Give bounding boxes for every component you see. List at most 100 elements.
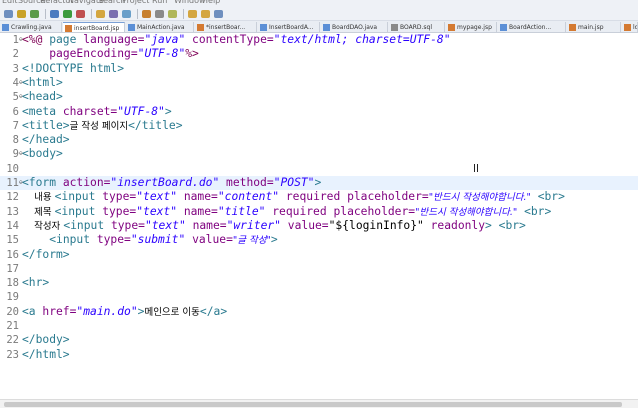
menu-item-project[interactable]: Project <box>122 0 149 5</box>
line-number: 3 <box>12 62 19 75</box>
scrollbar-thumb[interactable] <box>4 402 622 407</box>
editor-tab[interactable]: mypage.jsp <box>446 22 497 32</box>
file-type-icon <box>448 24 455 31</box>
code-token: "insertBoard.do" <box>110 176 220 189</box>
code-text: </body> <box>22 333 70 347</box>
code-line[interactable]: 15 <input type="submit" value="글 작성"> <box>0 233 638 247</box>
code-token: 내용 <box>22 192 55 204</box>
menu-item-edit[interactable]: Edit <box>2 0 18 5</box>
code-token: "반드시 작성해야합니다." <box>415 206 518 218</box>
forward-icon[interactable] <box>201 10 210 18</box>
code-line[interactable]: 17 <box>0 262 638 276</box>
toolbar-icon[interactable] <box>122 10 131 18</box>
code-token: value= <box>281 218 329 232</box>
code-editor[interactable]: 1 ⊖ <%@ page language="java" contentType="… <box>0 33 638 399</box>
code-token: 제목 <box>22 206 55 218</box>
horizontal-scrollbar[interactable] <box>0 399 638 408</box>
code-line[interactable]: 4 ⊖ <html> <box>0 76 638 90</box>
code-token: required placeholder= <box>279 190 429 204</box>
code-line[interactable]: 22 </body> <box>0 333 638 347</box>
code-token: "글 작성" <box>232 235 271 247</box>
editor-tab[interactable]: InsertBoardA... <box>258 22 320 32</box>
code-line[interactable]: 5 ⊖ <head> <box>0 90 638 104</box>
code-token: > <box>270 233 278 247</box>
toolbar-icon[interactable] <box>76 10 85 18</box>
code-token: "text" <box>136 204 178 218</box>
code-line[interactable]: 7 <title>글 작성 페이지</title> <box>0 119 638 133</box>
file-type-icon <box>500 24 507 31</box>
editor-tab[interactable]: insertBoard.jsp <box>63 22 125 32</box>
toolbar-icon[interactable] <box>30 10 39 18</box>
toolbar-icon[interactable] <box>4 10 13 18</box>
code-line[interactable]: 9 ⊖ <body> <box>0 147 638 161</box>
code-line[interactable]: 18 <hr> <box>0 276 638 290</box>
code-line[interactable]: 23 </html> <box>0 348 638 362</box>
code-token: readonly <box>423 218 486 232</box>
code-token: </title> <box>128 118 183 132</box>
line-number: 6 <box>12 105 19 118</box>
code-line[interactable]: 19 <box>0 290 638 304</box>
code-text: <%@ page language="java" contentType="te… <box>22 33 451 47</box>
code-token: <input <box>54 204 103 218</box>
code-line[interactable]: 6 <meta charset="UTF-8"> <box>0 105 638 119</box>
debug-icon[interactable] <box>50 10 59 18</box>
code-token: <!DOCTYPE html> <box>22 61 125 75</box>
editor-tab[interactable]: Crawling.java <box>0 22 62 32</box>
line-number: 20 <box>6 305 19 318</box>
menu-item-window[interactable]: Window <box>174 0 206 5</box>
file-type-icon <box>624 24 631 31</box>
line-number: 18 <box>6 277 19 290</box>
search-icon[interactable] <box>142 10 151 18</box>
code-line[interactable]: 14 작성자 <input type="text" name="writer" … <box>0 219 638 233</box>
editor-tab[interactable]: BOARD.sql <box>389 22 445 32</box>
code-text: <html> <box>22 76 63 90</box>
editor-tab[interactable]: *insertBoar... <box>195 22 257 32</box>
open-type-icon[interactable] <box>109 10 118 18</box>
code-text: pageEncoding="UTF-8"%> <box>22 47 199 61</box>
menu-bar: Edit Source Refactor Navigate Search Project R… <box>0 0 638 7</box>
toolbar-icon[interactable] <box>214 10 223 18</box>
code-line[interactable]: 16 </form> <box>0 248 638 262</box>
line-number: 19 <box>6 291 19 304</box>
code-line[interactable]: 12 내용 <input type="text" name="content" … <box>0 190 638 204</box>
code-line[interactable]: 1 ⊖ <%@ page language="java" contentType="… <box>0 33 638 47</box>
code-line[interactable]: 2 pageEncoding="UTF-8"%> <box>0 47 638 61</box>
code-text: <meta charset="UTF-8"> <box>22 105 172 119</box>
code-token: language= <box>83 33 145 46</box>
code-token: "text/html; charset=UTF-8" <box>273 33 451 46</box>
editor-tab[interactable]: logi <box>622 22 638 32</box>
code-token: </form> <box>22 247 70 261</box>
run-icon[interactable] <box>63 10 72 18</box>
line-number: 5 <box>12 91 19 104</box>
code-token: %> <box>185 47 199 61</box>
line-number: 2 <box>12 48 19 61</box>
editor-tab[interactable]: BoardDAO.java <box>321 22 388 32</box>
menu-item-run[interactable]: Run <box>152 0 167 5</box>
editor-tab[interactable]: MainAction.java <box>126 22 194 32</box>
code-line[interactable]: 10 <box>0 162 638 176</box>
toolbar-icon[interactable] <box>168 10 177 18</box>
toolbar-separator <box>91 9 92 19</box>
code-token: "writer" <box>226 218 281 232</box>
new-icon[interactable] <box>96 10 105 18</box>
code-line[interactable]: 3 <!DOCTYPE html> <box>0 62 638 76</box>
editor-tab[interactable]: BoardAction... <box>498 22 566 32</box>
code-token: <br> <box>517 204 552 218</box>
toolbar-icon[interactable] <box>155 10 164 18</box>
code-line[interactable]: 20 <a href="main.do">메인으로 이동</a> <box>0 305 638 319</box>
code-line[interactable]: 21 <box>0 319 638 333</box>
file-type-icon <box>260 24 267 31</box>
code-token: </body> <box>22 333 70 347</box>
code-line[interactable]: 8 </head> <box>0 133 638 147</box>
toolbar-icon[interactable] <box>17 10 26 18</box>
code-line[interactable]: 11 ⊖ <form action="insertBoard.do" method=… <box>0 176 638 191</box>
code-text: 제목 <input type="text" name="title" requi… <box>22 205 551 220</box>
editor-tab[interactable]: main.jsp <box>567 22 621 32</box>
line-number: 13 <box>6 205 19 218</box>
code-token: "content" <box>217 190 280 204</box>
editor-tab-label: BoardAction... <box>509 24 552 31</box>
code-line[interactable]: 13 제목 <input type="text" name="title" re… <box>0 205 638 219</box>
back-icon[interactable] <box>188 10 197 18</box>
menu-item-help[interactable]: Help <box>202 0 220 5</box>
